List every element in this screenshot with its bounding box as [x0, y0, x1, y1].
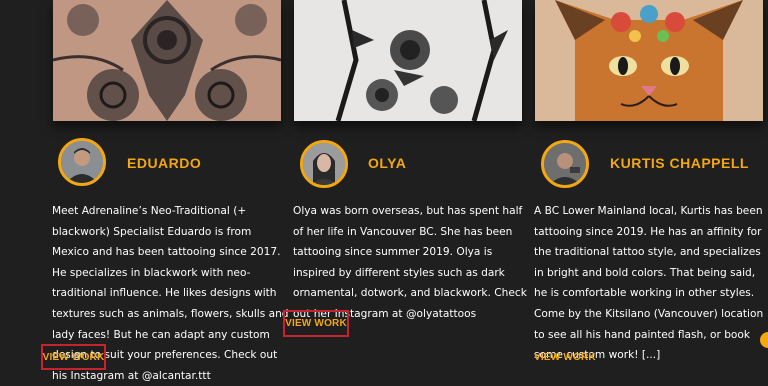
view-work-button[interactable]: VIEW WORK: [41, 344, 106, 370]
artist-bio: Olya was born overseas, but has spent ha…: [293, 205, 527, 320]
avatar-kurtis: [541, 140, 589, 188]
artist-bio: A BC Lower Mainland local, Kurtis has be…: [534, 205, 764, 362]
tattoo-photo-back-piece: [53, 0, 281, 121]
tattoo-photo-cat: [535, 0, 763, 121]
avatar-olya: [300, 140, 348, 188]
artist-name: KURTIS CHAPPELL: [610, 155, 749, 171]
artist-name: EDUARDO: [127, 155, 202, 171]
tattoo-photo-flash-roses: [294, 0, 522, 121]
avatar-eduardo: [58, 138, 106, 186]
artist-name: OLYA: [368, 155, 407, 171]
view-work-button[interactable]: VIEW WORK: [534, 352, 596, 366]
view-work-button[interactable]: VIEW WORK: [283, 310, 349, 337]
